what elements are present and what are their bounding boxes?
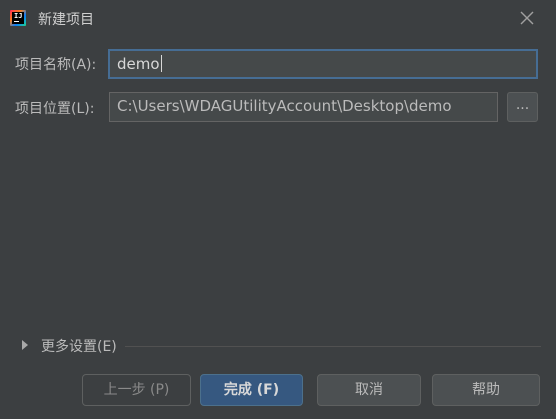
previous-button[interactable]: 上一步 (P) [82, 374, 191, 406]
intellij-idea-icon: IJ [10, 10, 26, 26]
project-name-label: 项目名称(A): [15, 57, 97, 73]
expand-triangle-icon [22, 340, 28, 350]
project-name-value: demo [117, 55, 160, 73]
dialog-title: 新建项目 [38, 12, 94, 28]
help-button[interactable]: 帮助 [432, 374, 540, 406]
finish-button[interactable]: 完成 (F) [200, 374, 303, 406]
cancel-button[interactable]: 取消 [317, 374, 421, 406]
more-settings-label: 更多设置(E) [41, 339, 117, 355]
project-location-label: 项目位置(L): [15, 101, 95, 117]
title-bar: IJ 新建项目 [0, 0, 556, 36]
project-location-input[interactable]: C:\Users\WDAGUtilityAccount\Desktop\demo [109, 92, 498, 122]
project-name-input[interactable]: demo [108, 49, 538, 79]
new-project-dialog: IJ 新建项目 项目名称(A): demo 项目位置(L): C:\Users\… [0, 0, 556, 419]
close-icon[interactable] [518, 9, 536, 27]
app-icon-text: IJ [14, 12, 23, 20]
text-caret [160, 55, 162, 72]
divider [125, 346, 541, 347]
browse-button[interactable]: ... [507, 92, 538, 122]
